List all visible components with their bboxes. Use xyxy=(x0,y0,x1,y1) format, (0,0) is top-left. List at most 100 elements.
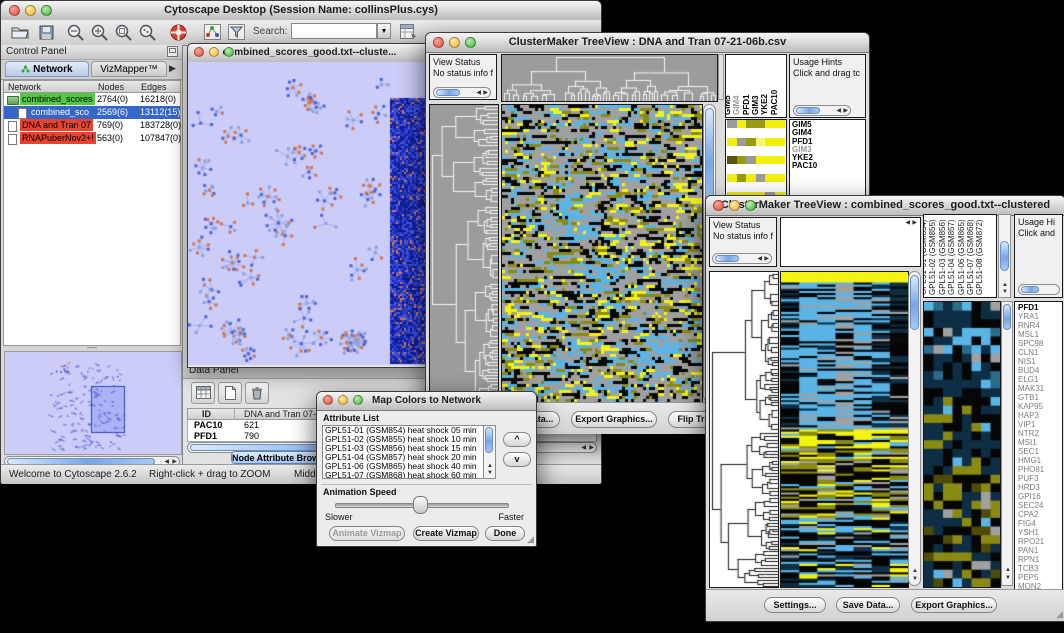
tv2-heatmap[interactable] xyxy=(780,271,909,588)
tv1-matrix-cell[interactable] xyxy=(746,156,756,164)
tv2-gene-label[interactable]: MSI1 xyxy=(1018,438,1059,447)
tv2-gene-label[interactable]: HRD3 xyxy=(1018,483,1059,492)
network-list-row[interactable]: combined_sco2569(6)13112(15) xyxy=(4,106,180,119)
tv2-gene-label[interactable]: MSL1 xyxy=(1018,330,1059,339)
tv1-matrix-cell[interactable] xyxy=(727,138,737,146)
tv2-gene-label[interactable]: CPA2 xyxy=(1018,510,1059,519)
tv1-row-dendrogram[interactable] xyxy=(429,104,499,404)
tv2-gene-label[interactable]: FIG4 xyxy=(1018,519,1059,528)
tv2-gene-label[interactable]: NIS1 xyxy=(1018,357,1059,366)
treeview2-title-bar[interactable]: ClusterMaker TreeView : combined_scores_… xyxy=(706,196,1064,216)
tv2-gene-label[interactable]: RPO21 xyxy=(1018,537,1059,546)
tab-network[interactable]: Network xyxy=(5,61,89,77)
tv1-column-label[interactable]: GIM5 xyxy=(725,95,732,115)
table-icon[interactable] xyxy=(397,22,419,42)
zoom-window-icon[interactable] xyxy=(224,47,234,57)
close-icon[interactable] xyxy=(194,47,204,57)
tv1-zoom-matrix[interactable] xyxy=(727,120,785,170)
attribute-list-item[interactable]: GPL51-07 (GSM868) heat shock 60 min xyxy=(323,471,483,479)
tv1-heatmap[interactable] xyxy=(501,104,703,404)
tv1-matrix-cell[interactable] xyxy=(756,156,766,164)
close-icon[interactable] xyxy=(713,200,724,211)
tv2-column-labels[interactable]: GPL51-01 (GSM854)GPL51-02 (GSM855)GPL51-… xyxy=(923,214,997,298)
tv2-gene-label[interactable]: SPC98 xyxy=(1018,339,1059,348)
minimize-icon[interactable] xyxy=(729,200,740,211)
tv1-matrix-cell[interactable] xyxy=(775,120,785,128)
tv2-usage-scrollbar[interactable] xyxy=(1018,284,1060,295)
save-data-button[interactable]: Save Data... xyxy=(836,597,900,613)
zoom-window-icon[interactable] xyxy=(41,5,52,16)
tv1-matrix-cell[interactable] xyxy=(737,156,747,164)
network-overview-canvas[interactable] xyxy=(4,351,182,455)
tv1-matrix-cell[interactable] xyxy=(765,174,775,182)
export-graphics-button[interactable]: Export Graphics... xyxy=(571,411,657,428)
tv1-column-dendrogram[interactable] xyxy=(501,54,718,102)
network-list-row[interactable]: RNAPuberNov2+!563(0)107847(0) xyxy=(4,132,180,145)
attribute-list[interactable]: GPL51-01 (GSM854) heat shock 05 minGPL51… xyxy=(322,425,484,479)
attribute-list-scrollbar[interactable]: ▲▼ xyxy=(484,425,496,479)
tv1-matrix-cell[interactable] xyxy=(775,138,785,146)
tv1-matrix-cell[interactable] xyxy=(756,174,766,182)
tv1-column-label[interactable]: PFD1 xyxy=(742,95,751,115)
network-name[interactable]: RNAPuberNov2+! xyxy=(20,132,96,144)
tv2-row-dendrogram[interactable] xyxy=(709,271,779,588)
new-attribute-icon[interactable] xyxy=(218,382,242,404)
tv2-gene-label[interactable]: BUD4 xyxy=(1018,366,1059,375)
create-vizmap-button[interactable]: Create Vizmap xyxy=(413,526,479,541)
tv2-gene-labels-panel[interactable]: PFD1YRA1RNR4MSL1SPC98CLN1NIS1BUD4ELG1MAK… xyxy=(1014,301,1063,591)
filter-icon[interactable] xyxy=(225,22,247,42)
tv2-gene-label[interactable]: SEC24 xyxy=(1018,501,1059,510)
tv2-column-label[interactable]: GPL51-08 (GSM872) xyxy=(975,219,984,295)
settings-button[interactable]: Settings... xyxy=(764,597,826,613)
tv1-matrix-cell[interactable] xyxy=(746,138,756,146)
attribute-select-icon[interactable] xyxy=(191,382,215,404)
resize-grip-icon[interactable]: ◢ xyxy=(527,534,534,545)
tv1-row-label[interactable]: PAC10 xyxy=(792,162,863,170)
network-view-title-bar[interactable]: combined_scores_good.txt--cluste... xyxy=(188,44,431,63)
save-icon[interactable] xyxy=(35,22,57,42)
export-graphics-button[interactable]: Export Graphics... xyxy=(911,597,997,613)
minimize-icon[interactable] xyxy=(25,5,36,16)
tv1-matrix-cell[interactable] xyxy=(746,120,756,128)
tv2-column-label[interactable]: GPL51-03 (GSM856) xyxy=(938,219,947,295)
tv1-matrix-cell[interactable] xyxy=(756,138,766,146)
zoom-out-icon[interactable] xyxy=(65,22,87,42)
tv1-matrix-cell[interactable] xyxy=(727,120,737,128)
tv1-column-labels[interactable]: GIM5GIM4PFD1GIM3YKE2PAC10 xyxy=(725,54,787,118)
tv2-column-label[interactable]: GPL51-04 (GSM857) xyxy=(947,219,956,295)
tab-overflow-icon[interactable]: ▶ xyxy=(169,63,176,74)
minimize-icon[interactable] xyxy=(449,37,460,48)
tv1-matrix-cell[interactable] xyxy=(727,174,737,182)
tv2-column-dendrogram-area[interactable]: ◀▶ xyxy=(780,217,921,267)
tv1-matrix-cell[interactable] xyxy=(775,156,785,164)
tv2-status-scrollbar[interactable]: ◀▶ xyxy=(712,253,772,264)
close-icon[interactable] xyxy=(9,5,20,16)
tv2-column-label[interactable]: GPL51-02 (GSM855) xyxy=(928,219,937,295)
tv2-zoom-heatmap[interactable] xyxy=(923,301,1001,588)
search-input[interactable] xyxy=(291,23,377,39)
tv2-gene-label[interactable]: PAN1 xyxy=(1018,546,1059,555)
network-name[interactable]: combined_scores xyxy=(20,93,95,105)
network-list-empty-area[interactable] xyxy=(3,148,181,346)
tv2-column-label[interactable]: GPL51-07 (GSM868) xyxy=(966,219,975,295)
tv2-gene-label[interactable]: ELG1 xyxy=(1018,375,1059,384)
tv1-usage-scrollbar[interactable]: ◀▶ xyxy=(793,105,851,116)
tv2-gene-label[interactable]: MAK31 xyxy=(1018,384,1059,393)
tv2-gene-label[interactable]: YSH1 xyxy=(1018,528,1059,537)
tv2-gene-label[interactable]: PUF3 xyxy=(1018,474,1059,483)
minimize-icon[interactable] xyxy=(209,47,219,57)
tv1-matrix-cell[interactable] xyxy=(775,174,785,182)
tv2-zoom-vscrollbar[interactable]: ▲▼ xyxy=(1001,301,1013,586)
tv2-gene-label[interactable]: PFD1 xyxy=(1018,303,1059,312)
animate-vizmap-button[interactable]: Animate Vizmap xyxy=(329,526,405,541)
tv2-column-label[interactable]: GPL51-06 (GSM865) xyxy=(957,219,966,295)
tv2-gene-label[interactable]: HAP3 xyxy=(1018,411,1059,420)
help-icon[interactable] xyxy=(167,22,189,42)
network-list-row[interactable]: DNA and Tran 07769(0)183728(0) xyxy=(4,119,180,132)
main-title-bar[interactable]: Cytoscape Desktop (Session Name: collins… xyxy=(1,1,601,21)
tv2-gene-label[interactable]: TCB3 xyxy=(1018,564,1059,573)
tv1-matrix-cell[interactable] xyxy=(737,138,747,146)
tv2-gene-label[interactable]: KAP95 xyxy=(1018,402,1059,411)
tv2-gene-label[interactable]: RNR4 xyxy=(1018,321,1059,330)
move-down-button[interactable]: v xyxy=(503,452,531,467)
